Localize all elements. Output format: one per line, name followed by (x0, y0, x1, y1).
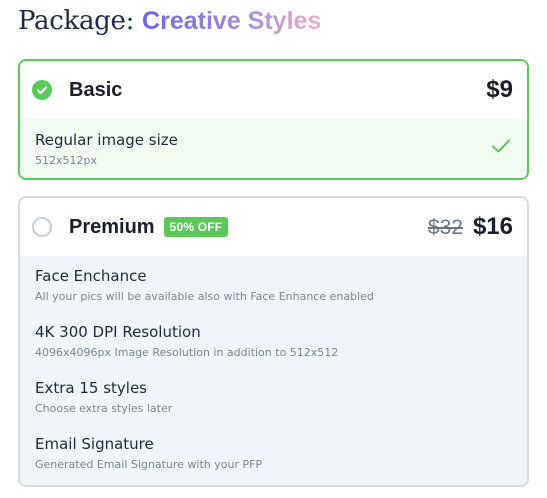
plan-card-basic[interactable]: Basic $9 Regular image size 512x512px (18, 59, 529, 180)
package-name: Creative Styles (142, 7, 322, 35)
checkmark-icon (491, 138, 511, 159)
feature-title: Extra 15 styles (35, 379, 148, 397)
radio-empty-icon[interactable] (32, 217, 52, 237)
feature-title: 4K 300 DPI Resolution (35, 323, 201, 341)
plan-old-price-premium: $32 (427, 216, 463, 239)
feature-subtitle: 4096x4096px Image Resolution in addition… (35, 346, 339, 359)
feature-subtitle: Choose extra styles later (35, 402, 173, 415)
discount-badge: 50% OFF (163, 217, 229, 237)
plan-header-premium[interactable]: Premium 50% OFF $32 $16 (20, 198, 527, 256)
feature-list-basic: Regular image size 512x512px (20, 119, 527, 178)
feature-title: Email Signature (35, 435, 154, 453)
feature-item: Email Signature Generated Email Signatur… (35, 435, 512, 471)
feature-title: Face Enchance (35, 267, 147, 285)
feature-item: Extra 15 styles Choose extra styles late… (35, 379, 512, 415)
feature-title: Regular image size (35, 131, 178, 149)
plan-header-basic[interactable]: Basic $9 (20, 61, 527, 119)
feature-subtitle: 512x512px (35, 154, 97, 167)
plan-title-premium: Premium (69, 215, 155, 238)
feature-subtitle: All your pics will be available also wit… (35, 290, 374, 303)
package-heading: Package: Creative Styles (18, 6, 321, 46)
plan-title-basic: Basic (69, 78, 123, 101)
plan-price-basic: $9 (486, 76, 513, 103)
feature-item: Regular image size 512x512px (35, 131, 512, 167)
plan-card-premium[interactable]: Premium 50% OFF $32 $16 Face Enchance Al… (18, 196, 529, 487)
plan-price-premium: $16 (472, 213, 513, 240)
feature-list-premium: Face Enchance All your pics will be avai… (20, 256, 527, 485)
package-label: Package: (18, 6, 135, 36)
feature-item: Face Enchance All your pics will be avai… (35, 267, 512, 303)
check-circle-icon[interactable] (32, 80, 52, 100)
feature-subtitle: Generated Email Signature with your PFP (35, 458, 263, 471)
feature-item: 4K 300 DPI Resolution 4096x4096px Image … (35, 323, 512, 359)
